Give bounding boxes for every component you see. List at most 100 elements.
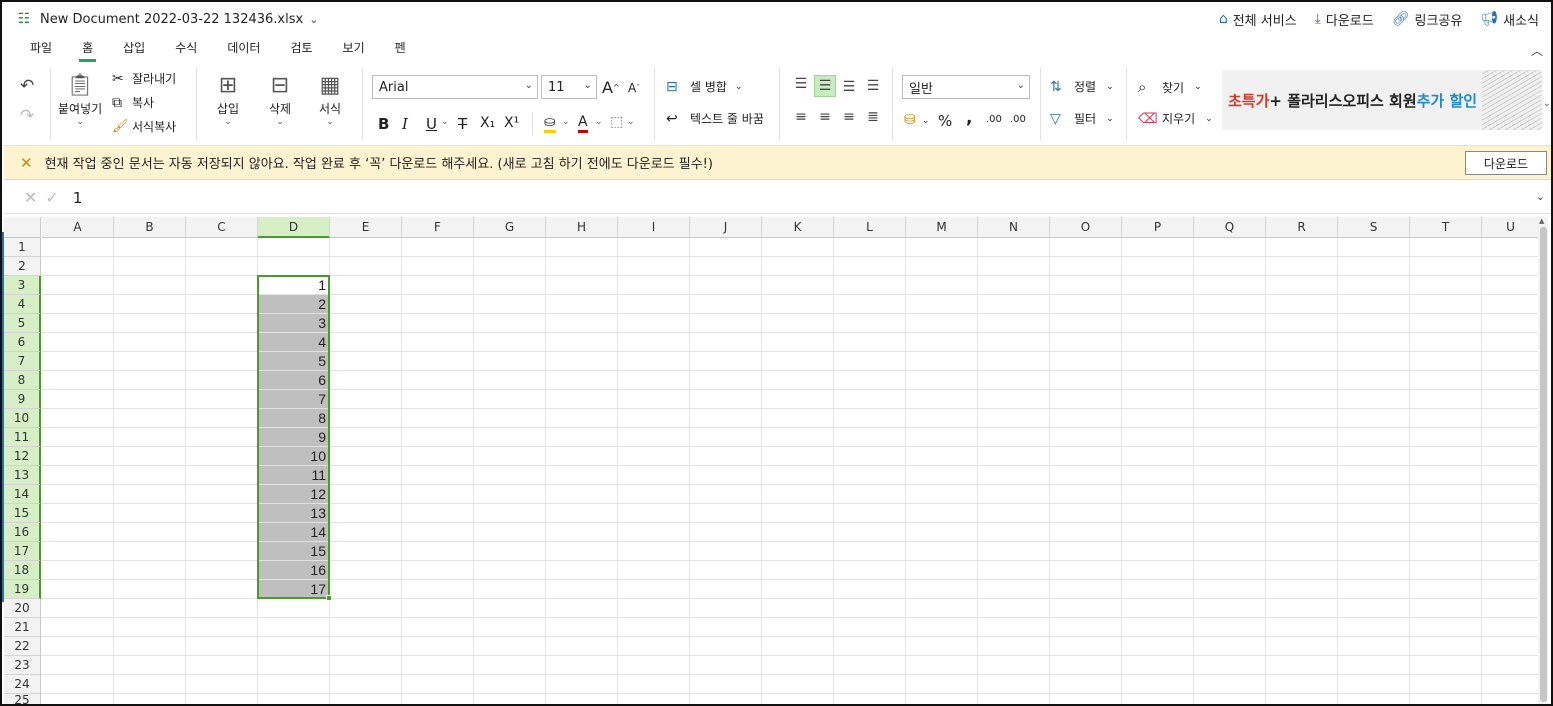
align-center-icon[interactable]: ≡ <box>814 106 836 128</box>
column-header-b[interactable]: B <box>114 217 186 238</box>
percent-button[interactable]: % <box>938 112 952 130</box>
align-right-icon[interactable]: ≡ <box>838 106 860 128</box>
column-header-a[interactable]: A <box>42 217 114 238</box>
news-link[interactable]: 📢︎ 새소식 <box>1480 10 1539 29</box>
distributed-align-icon[interactable]: ☰ <box>862 75 884 97</box>
row-header-9[interactable]: 9 <box>4 390 41 409</box>
cell-d10[interactable]: 8 <box>258 409 329 427</box>
download-link[interactable]: ⤓ 다운로드 <box>1315 10 1374 29</box>
row-header-4[interactable]: 4 <box>4 295 41 314</box>
notice-download-button[interactable]: 다운로드 <box>1465 151 1547 175</box>
row-header-15[interactable]: 15 <box>4 504 41 523</box>
row-header-5[interactable]: 5 <box>4 314 41 333</box>
currency-icon[interactable]: ⛁ <box>904 112 916 128</box>
scroll-up-icon[interactable]: ▲ <box>1539 217 1544 225</box>
decrease-font-icon[interactable]: Aˇ <box>628 81 640 95</box>
column-header-c[interactable]: C <box>186 217 258 238</box>
promo-banner[interactable]: 초특가 + 폴라리스오피스 회원 추가 할인 <box>1222 70 1542 130</box>
justify-icon[interactable]: ≣ <box>862 106 884 128</box>
tab-file[interactable]: 파일 <box>30 39 52 62</box>
formula-input[interactable]: 1 <box>73 189 83 207</box>
cell-d18[interactable]: 16 <box>258 561 329 579</box>
strikethrough-button[interactable]: T <box>458 115 467 133</box>
row-header-23[interactable]: 23 <box>4 656 41 675</box>
row-header-6[interactable]: 6 <box>4 333 41 352</box>
column-header-q[interactable]: Q <box>1194 217 1266 238</box>
cell-d13[interactable]: 11 <box>258 466 329 484</box>
column-header-o[interactable]: O <box>1050 217 1122 238</box>
decrease-decimal-icon[interactable]: .00 <box>1010 114 1026 125</box>
row-header-7[interactable]: 7 <box>4 352 41 371</box>
wrap-text-button[interactable]: ↩ 텍스트 줄 바꿈 <box>666 110 764 127</box>
subscript-button[interactable]: X₁ <box>480 115 495 131</box>
column-header-g[interactable]: G <box>474 217 546 238</box>
format-painter-button[interactable]: 🖌︎ 서식복사 <box>112 118 176 135</box>
row-header-18[interactable]: 18 <box>4 561 41 580</box>
cell-d3[interactable]: 1 <box>258 276 329 294</box>
column-header-s[interactable]: S <box>1338 217 1410 238</box>
row-header-3[interactable]: 3 <box>4 276 41 295</box>
find-button[interactable]: ⌕ 찾기 ⌄ <box>1138 78 1202 96</box>
cell-d15[interactable]: 13 <box>258 504 329 522</box>
tab-review[interactable]: 검토 <box>290 39 312 62</box>
scrollbar-thumb[interactable] <box>1540 227 1547 702</box>
number-format-select[interactable]: 일반 ⌄ <box>902 75 1030 99</box>
row-header-19[interactable]: 19 <box>4 580 41 599</box>
merge-cells-button[interactable]: ⊟ 셀 병합 ⌄ <box>666 78 742 95</box>
chevron-down-icon[interactable]: ⌄ <box>627 117 635 127</box>
cell-d11[interactable]: 9 <box>258 428 329 446</box>
cut-button[interactable]: ✂ 잘라내기 <box>112 70 176 87</box>
increase-font-icon[interactable]: A ^ <box>602 78 620 97</box>
column-header-e[interactable]: E <box>330 217 402 238</box>
column-header-k[interactable]: K <box>762 217 834 238</box>
bold-button[interactable]: B <box>378 115 389 133</box>
close-icon[interactable]: ✕ <box>20 154 33 172</box>
cell-d14[interactable]: 12 <box>258 485 329 503</box>
tab-formula[interactable]: 수식 <box>175 39 197 62</box>
ribbon-scroll-icon[interactable]: ⌄ <box>1543 98 1551 109</box>
row-header-11[interactable]: 11 <box>4 428 41 447</box>
redo-icon[interactable]: ↷ <box>20 106 34 126</box>
chevron-down-icon[interactable]: ⌄ <box>441 117 449 127</box>
insert-cells-button[interactable]: ⊞ 삽입 ⌄ <box>212 70 244 128</box>
clear-button[interactable]: ⌫ 지우기 ⌄ <box>1138 110 1213 127</box>
cell-d7[interactable]: 5 <box>258 352 329 370</box>
cell-d16[interactable]: 14 <box>258 523 329 541</box>
undo-icon[interactable]: ↶ <box>20 76 34 96</box>
column-header-n[interactable]: N <box>978 217 1050 238</box>
filter-button[interactable]: ▽ 필터 ⌄ <box>1050 110 1114 127</box>
row-header-20[interactable]: 20 <box>4 599 41 618</box>
column-header-t[interactable]: T <box>1410 217 1482 238</box>
tab-insert[interactable]: 삽입 <box>123 39 145 62</box>
delete-cells-button[interactable]: ⊟ 삭제 ⌄ <box>264 70 296 128</box>
align-middle-icon[interactable]: ☰ <box>814 75 836 97</box>
cell-d17[interactable]: 15 <box>258 542 329 560</box>
column-header-u[interactable]: U <box>1482 217 1540 238</box>
column-header-i[interactable]: I <box>618 217 690 238</box>
tab-home[interactable]: 홈 <box>79 39 97 62</box>
cell-d4[interactable]: 2 <box>258 295 329 313</box>
row-header-25[interactable]: 25 <box>4 693 41 704</box>
tab-pen[interactable]: 펜 <box>395 39 406 62</box>
expand-formula-icon[interactable]: ⌄ <box>1536 190 1545 203</box>
column-header-l[interactable]: L <box>834 217 906 238</box>
tab-data[interactable]: 데이터 <box>227 39 260 62</box>
column-header-f[interactable]: F <box>402 217 474 238</box>
column-header-p[interactable]: P <box>1122 217 1194 238</box>
cell-d19[interactable]: 17 <box>258 580 329 598</box>
row-header-14[interactable]: 14 <box>4 485 41 504</box>
format-cells-button[interactable]: ▦ 서식 ⌄ <box>314 70 346 128</box>
row-header-21[interactable]: 21 <box>4 618 41 637</box>
align-left-icon[interactable]: ≡ <box>790 106 812 128</box>
row-header-13[interactable]: 13 <box>4 466 41 485</box>
font-color-icon[interactable]: A <box>578 114 588 133</box>
row-header-1[interactable]: 1 <box>4 238 41 257</box>
row-header-10[interactable]: 10 <box>4 409 41 428</box>
cell-d8[interactable]: 6 <box>258 371 329 389</box>
cell-d12[interactable]: 10 <box>258 447 329 465</box>
chevron-down-icon[interactable]: ⌄ <box>562 117 570 127</box>
paste-button[interactable]: 📋︎ 붙여넣기 ⌄ <box>58 70 102 128</box>
row-header-24[interactable]: 24 <box>4 675 41 694</box>
comma-button[interactable]: , <box>966 108 972 128</box>
column-header-m[interactable]: M <box>906 217 978 238</box>
